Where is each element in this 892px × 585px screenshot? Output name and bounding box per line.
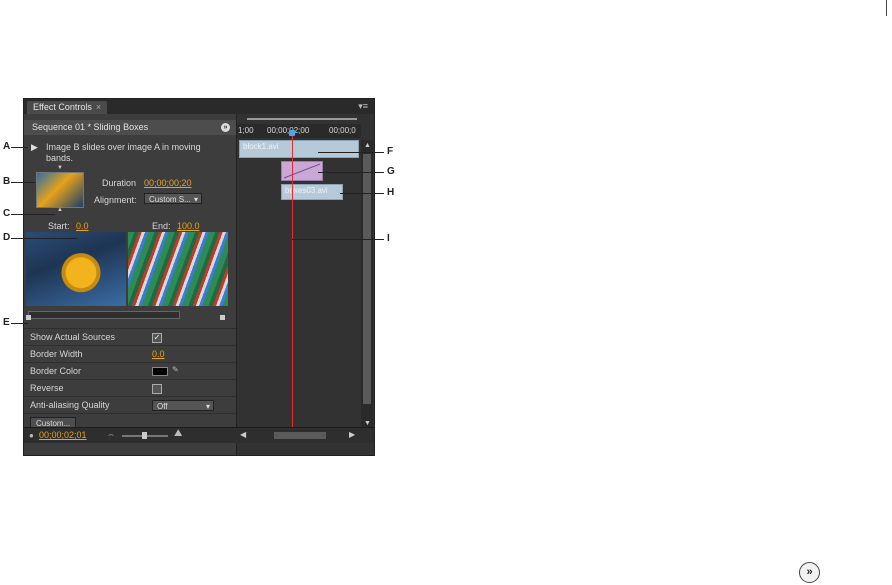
ruler-label-3: 00;00;0 [329,126,356,135]
next-page-icon[interactable]: » [799,562,820,583]
transition-diagonal [283,163,321,179]
callout-i-line [292,239,384,240]
callout-g-line [318,172,384,173]
border-color-label: Border Color [30,366,82,376]
arrow-down-icon[interactable]: ▲ [57,207,63,213]
row-antialiasing: Anti-aliasing Quality Off ▾ [24,396,236,413]
callout-d-line [11,238,77,239]
callout-d: D [3,232,11,243]
row-border-width: Border Width 0.0 [24,345,236,362]
transition-clip[interactable] [281,161,323,181]
close-icon[interactable]: × [96,102,101,112]
callout-f-line [318,152,384,153]
panel-menu-icon[interactable]: ▾≡ [358,101,368,112]
show-actual-sources-label: Show Actual Sources [30,332,116,342]
play-transition-icon[interactable]: » [221,123,230,132]
callout-e-line [11,323,28,324]
scroll-right-icon[interactable]: ▶ [349,430,355,439]
tab-label: Effect Controls [33,102,92,112]
border-color-swatch[interactable] [152,367,168,376]
end-slider-handle[interactable] [220,315,225,320]
border-width-value[interactable]: 0.0 [152,349,165,359]
start-slider[interactable] [28,311,180,319]
start-slider-handle[interactable] [26,315,31,320]
start-label: Start: [48,221,70,231]
image-a-preview [26,232,126,306]
callout-c-line [11,214,55,215]
callout-g: G [387,166,395,177]
callout-e: E [3,317,10,328]
callout-c: C [3,208,11,219]
show-actual-sources-checkbox[interactable]: ✓ [152,333,162,343]
scroll-thumb[interactable] [363,154,371,404]
panel-titlebar: Effect Controls × ▾≡ [24,99,374,114]
effect-settings-pane: Sequence 01 * Sliding Boxes » ▶ Image B … [24,114,236,455]
arrow-up-icon[interactable]: ▼ [57,165,63,171]
preview-play-icon[interactable]: ▶ [31,142,38,153]
current-timecode[interactable]: 00;00;02;01 [39,430,87,440]
antialiasing-label: Anti-aliasing Quality [30,400,110,410]
clip-block1[interactable]: block1.avi [239,140,359,158]
alignment-dropdown[interactable]: Custom S... ▾ [144,193,202,204]
eyedropper-icon[interactable]: ✎ [172,365,179,374]
clip-boxes03[interactable]: boxes03.avi [281,184,343,200]
row-reverse: Reverse [24,379,236,396]
callout-b: B [3,176,11,187]
callout-h-line [340,193,384,194]
ruler-label-1: 1;00 [238,126,254,135]
sequence-title: Sequence 01 * Sliding Boxes [32,122,149,132]
reverse-label: Reverse [30,383,64,393]
start-value[interactable]: 0.0 [76,221,89,231]
zoom-in-icon[interactable]: ⛰ [174,428,182,439]
playhead-line [292,136,293,442]
end-label: End: [152,221,171,231]
border-width-label: Border Width [30,349,83,359]
timecode-dot-icon: ● [29,431,34,440]
zoom-out-icon[interactable]: ⌢ [108,429,114,440]
page-edge-mark [886,0,887,16]
scroll-left-icon[interactable]: ◀ [240,430,246,439]
callout-f: F [387,146,394,157]
timeline-pane: 1;00 00;00;02;00 00;00;0 block1.avi boxe… [236,114,374,455]
transition-thumbnail [36,172,84,208]
callout-b-line [11,182,35,183]
callout-h: H [387,187,395,198]
zoom-slider-handle[interactable] [142,432,147,439]
row-show-actual-sources: Show Actual Sources ✓ [24,328,236,345]
antialiasing-dropdown[interactable]: Off ▾ [152,400,214,411]
callout-a-line [11,147,28,148]
duration-label: Duration [102,178,137,188]
alignment-label: Alignment: [94,195,137,205]
work-area-bar[interactable] [247,118,357,120]
clip-block1-label: block1.avi [243,142,279,151]
antialiasing-value: Off [157,402,168,411]
scroll-up-icon[interactable]: ▲ [364,142,371,149]
horizontal-scroll-thumb[interactable] [274,432,326,439]
callout-i: I [387,233,390,244]
callout-a: A [3,141,11,152]
transition-description: Image B slides over image A in moving ba… [46,142,201,163]
reverse-checkbox[interactable] [152,384,162,394]
duration-value[interactable]: 00;00;00;20 [144,178,192,188]
timeline-ruler[interactable]: 1;00 00;00;02;00 00;00;0 [237,124,361,138]
alignment-value: Custom S... [149,195,191,204]
image-b-preview [128,232,228,306]
end-value[interactable]: 100.0 [177,221,200,231]
bottom-bar: ● 00;00;02;01 ⌢ ⛰ ◀ ▶ [24,427,374,443]
tab-effect-controls[interactable]: Effect Controls × [27,101,108,114]
row-border-color: Border Color ✎ [24,362,236,379]
scroll-down-icon[interactable]: ▼ [364,420,371,427]
sequence-header: Sequence 01 * Sliding Boxes » [24,120,236,135]
